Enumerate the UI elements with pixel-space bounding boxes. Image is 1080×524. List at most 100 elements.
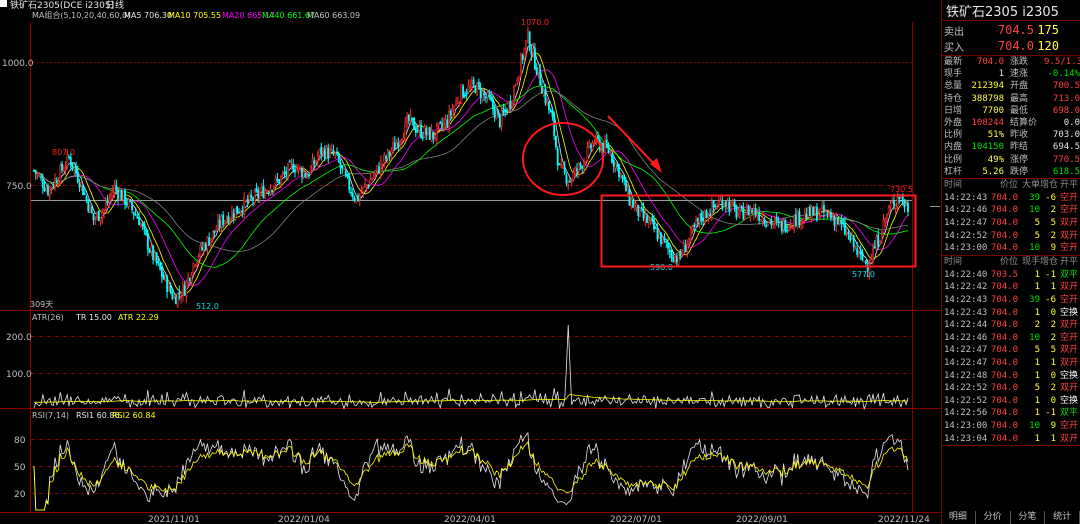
- tab-stats[interactable]: 统计: [1045, 511, 1080, 524]
- candle-body: [803, 212, 806, 222]
- stat-label: 最低: [1010, 105, 1029, 116]
- candle-body: [527, 30, 529, 43]
- tick-row[interactable]: 14:23:04 704.0 1 1 双开: [942, 433, 1080, 446]
- tick-row[interactable]: 14:22:48 704.0 1 0 空换: [942, 370, 1080, 383]
- candle-body: [593, 142, 596, 145]
- candle-body: [76, 171, 79, 183]
- candle-body: [299, 167, 302, 170]
- candle-body: [891, 200, 894, 204]
- candle-body: [884, 218, 887, 223]
- candle-body: [789, 225, 792, 227]
- tick-row[interactable]: 14:22:42 704.0 1 1 双开: [942, 281, 1080, 294]
- tick-row[interactable]: 14:22:46 704.0 10 2 空开: [942, 204, 1080, 217]
- tick-row[interactable]: 14:22:40 703.5 1 -1 双平: [942, 269, 1080, 282]
- candle-body: [896, 197, 899, 207]
- tick-row[interactable]: 14:22:52 704.0 5 2 双开: [942, 230, 1080, 243]
- stat-label: 涨停: [1010, 154, 1029, 165]
- candle-body: [805, 214, 808, 219]
- tick-time: 14:22:44: [944, 320, 988, 331]
- candle-body: [97, 210, 100, 222]
- candle-body: [315, 160, 317, 163]
- tick-row[interactable]: 14:22:44 704.0 2 2 双开: [942, 319, 1080, 332]
- candle-body: [844, 223, 846, 235]
- candle-body: [679, 250, 682, 257]
- candle-body: [719, 199, 722, 202]
- tick-type: 空换: [1059, 395, 1078, 406]
- candle-body: [886, 214, 888, 222]
- stat-row: 日增 7700 最低 698.0: [942, 105, 1080, 117]
- trade-ticks: 时间 价位 现手 增仓 开平 14:22:40 703.5 1 -1 双平 14:22:42 704…: [942, 256, 1080, 447]
- stat-label: 持仓: [944, 93, 963, 104]
- candle-body: [548, 101, 550, 111]
- candle-body: [816, 206, 818, 221]
- tick-row[interactable]: 14:23:00 704.0 10 9 空开: [942, 242, 1080, 255]
- chart-svg[interactable]: 1000.0 750.0 200.0 100.0 80 50 20 2021/1…: [0, 0, 940, 524]
- stat-row: 现手 1 速涨 -0.14%: [942, 68, 1080, 80]
- candle-body: [730, 202, 733, 210]
- chart-area[interactable]: 1000.0 750.0 200.0 100.0 80 50 20 2021/1…: [0, 0, 940, 524]
- tick-oi-change: 1: [1050, 358, 1056, 368]
- tick-row[interactable]: 14:22:47 704.0 5 5 双开: [942, 217, 1080, 230]
- tick-row[interactable]: 14:22:43 704.0 39 -6 空开: [942, 294, 1080, 307]
- candle-body: [402, 137, 405, 141]
- candle-body: [383, 154, 386, 163]
- rsi2-line: [33, 441, 909, 511]
- candle-body: [670, 249, 673, 259]
- candle-body: [229, 218, 232, 222]
- candle-body: [518, 75, 521, 83]
- candle-body: [206, 237, 209, 250]
- candle-body: [339, 162, 342, 169]
- candle-body: [132, 211, 135, 215]
- tab-detail[interactable]: 明细: [941, 511, 976, 524]
- candle-body: [773, 219, 776, 225]
- rsi2-legend: RSI2 60.84: [112, 411, 156, 420]
- period-label[interactable]: 日线: [106, 0, 124, 11]
- tick-type: 空开: [1059, 243, 1078, 254]
- candle-body: [695, 220, 697, 226]
- candle-body: [141, 223, 144, 227]
- candle-body: [644, 214, 647, 220]
- candle-body: [332, 150, 335, 155]
- candle-body: [649, 218, 652, 221]
- tick-row[interactable]: 14:22:47 704.0 1 1 双开: [942, 357, 1080, 370]
- candle-body: [707, 214, 710, 218]
- candle-body: [306, 176, 309, 179]
- tab-ticks[interactable]: 分笔: [1011, 511, 1046, 524]
- ma60-line: [33, 90, 909, 252]
- candle-body: [656, 229, 659, 240]
- tick-price: 704.0: [990, 383, 1018, 394]
- tick-type: 空换: [1059, 307, 1078, 318]
- tick-row[interactable]: 14:22:52 704.0 1 0 空换: [942, 395, 1080, 408]
- trade-tick-list[interactable]: 14:22:40 703.5 1 -1 双平 14:22:42 704.0 1 1 双开 14:22…: [942, 269, 1080, 445]
- candle-body: [395, 142, 398, 148]
- candle-body: [108, 198, 111, 203]
- tick-row[interactable]: 14:22:43 704.0 1 0 空换: [942, 307, 1080, 320]
- candle-body: [423, 126, 426, 138]
- y-tick-750: 750.0: [6, 182, 32, 192]
- candle-body: [171, 291, 174, 299]
- big-order-list[interactable]: 14:22:43 704.0 39 -6 空开 14:22:46 704.0 10 2 空开 14:…: [942, 192, 1080, 255]
- tick-row[interactable]: 14:22:52 704.0 5 2 双开: [942, 382, 1080, 395]
- tick-row[interactable]: 14:22:46 704.0 10 2 空开: [942, 332, 1080, 345]
- tick-row[interactable]: 14:22:56 704.0 1 -1 双平: [942, 407, 1080, 420]
- tick-row[interactable]: 14:22:43 704.0 39 -6 空开: [942, 192, 1080, 205]
- candle-body: [248, 193, 251, 201]
- tick-volume: 10: [1029, 243, 1040, 254]
- candle-body: [120, 190, 123, 201]
- candle-body: [801, 218, 804, 223]
- candle-body: [546, 100, 549, 104]
- tick-row[interactable]: 14:23:00 704.0 10 9 空开: [942, 420, 1080, 433]
- tick-time: 14:22:42: [944, 282, 988, 293]
- candle-body: [865, 260, 867, 264]
- candle-body: [574, 167, 577, 175]
- tick-time: 14:22:56: [944, 408, 988, 419]
- tab-price-dist[interactable]: 分价: [976, 511, 1011, 524]
- candle-body: [157, 261, 160, 263]
- tick-row[interactable]: 14:22:47 704.0 5 5 双开: [942, 344, 1080, 357]
- down-arrow-shaft: [607, 115, 659, 169]
- candle-body: [176, 292, 179, 307]
- candle-body: [343, 168, 345, 171]
- candle-body: [523, 47, 526, 60]
- candle-body: [470, 80, 473, 88]
- tick-time: 14:22:46: [944, 332, 988, 343]
